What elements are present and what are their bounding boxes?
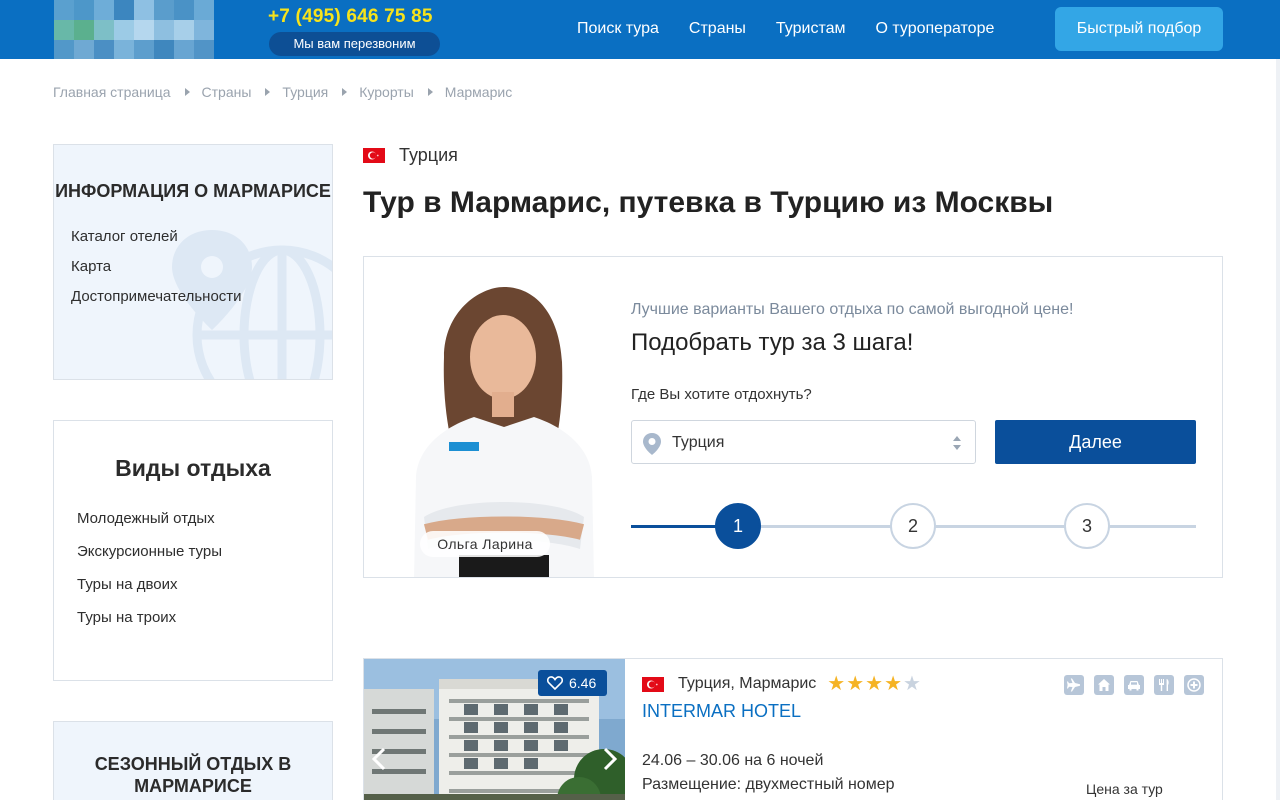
breadcrumb-marmaris[interactable]: Мармарис (445, 84, 512, 100)
sidebar-types-links: Молодежный отдых Экскурсионные туры Туры… (77, 510, 332, 642)
next-button[interactable]: Далее (995, 420, 1196, 464)
breadcrumb-countries[interactable]: Страны (202, 84, 252, 100)
page-title: Тур в Мармарис, путевка в Турцию из Моск… (363, 186, 1054, 219)
nav-about[interactable]: О туроператоре (876, 20, 995, 38)
sidebar-info-title: ИНФОРМАЦИЯ О МАРМАРИСЕ (55, 181, 331, 201)
step-2[interactable]: 2 (890, 503, 936, 549)
sidebar-item-sights[interactable]: Достопримечательности (71, 288, 332, 318)
progress-line-done (631, 525, 717, 528)
nav-countries[interactable]: Страны (689, 20, 746, 38)
select-arrows-icon (953, 436, 961, 450)
destination-question: Где Вы хотите отдохнуть? (631, 386, 812, 403)
sidebar-season-card: СЕЗОННЫЙ ОТДЫХ В МАРМАРИСЕ (53, 721, 333, 800)
destination-select[interactable]: Турция (631, 420, 976, 464)
sidebar-item-for-two[interactable]: Туры на двоих (77, 576, 332, 609)
sidebar-types-title: Виды отдыха (115, 455, 271, 481)
price-label: Цена за тур (1086, 781, 1163, 797)
breadcrumb-turkey[interactable]: Турция (282, 84, 328, 100)
country-label: Турция (363, 145, 458, 166)
star-filled-icon: ★ (846, 673, 865, 695)
breadcrumb: Главная страница Страны Турция Курорты М… (53, 84, 512, 100)
turkey-flag-icon (642, 676, 664, 692)
callback-button[interactable]: Мы вам перезвоним (269, 32, 440, 56)
hotel-rating-badge[interactable]: 6.46 (538, 670, 607, 696)
star-filled-icon: ★ (827, 673, 846, 695)
site-logo[interactable] (54, 0, 214, 59)
site-header: +7 (495) 646 75 85 Мы вам перезвоним Пои… (0, 0, 1280, 59)
breadcrumb-home[interactable]: Главная страница (53, 84, 171, 100)
turkey-flag-icon (363, 148, 385, 163)
sidebar-types-card: Виды отдыха Молодежный отдых Экскурсионн… (53, 420, 333, 681)
hotel-stars: ★ ★ ★ ★ ★ (827, 673, 921, 695)
breadcrumb-resorts[interactable]: Курорты (359, 84, 414, 100)
chevron-right-icon[interactable] (603, 747, 617, 771)
sidebar-item-excursions[interactable]: Экскурсионные туры (77, 543, 332, 576)
chevron-left-icon[interactable] (372, 747, 386, 771)
sidebar-season-title: СЕЗОННЫЙ ОТДЫХ В МАРМАРИСЕ (94, 754, 292, 796)
step-3[interactable]: 3 (1064, 503, 1110, 549)
plane-icon (1064, 675, 1084, 695)
sidebar-info-links: Каталог отелей Карта Достопримечательнос… (71, 228, 332, 318)
sidebar-item-map[interactable]: Карта (71, 258, 332, 288)
sidebar-info-card: ИНФОРМАЦИЯ О МАРМАРИСЕ Каталог отелей Ка… (53, 144, 333, 380)
hotel-room: Размещение: двухместный номер (642, 776, 895, 793)
nav-tour-search[interactable]: Поиск тура (577, 20, 659, 38)
country-name: Турция (399, 145, 458, 165)
sidebar-item-hotel-catalog[interactable]: Каталог отелей (71, 228, 332, 258)
car-icon (1124, 675, 1144, 695)
star-empty-icon: ★ (903, 673, 921, 695)
step-progress: 1 2 3 (631, 503, 1196, 551)
agent-name: Ольга Ларина (420, 531, 550, 557)
house-icon (1094, 675, 1114, 695)
hotel-rating-value: 6.46 (569, 675, 597, 691)
page-scrollbar[interactable] (1276, 59, 1280, 800)
breadcrumb-separator-icon (427, 88, 433, 96)
hotel-dates: 24.06 – 30.06 на 6 ночей (642, 752, 824, 769)
heart-icon (547, 676, 563, 690)
breadcrumb-separator-icon (184, 88, 190, 96)
hotel-amenities (1064, 675, 1204, 695)
hotel-card: 6.46 Турция, Мармарис ★ ★ ★ ★ ★ INTERMAR HOT… (363, 658, 1223, 800)
nav-tourists[interactable]: Туристам (776, 20, 846, 38)
main-nav: Поиск тура Страны Туристам О туроператор… (577, 20, 994, 38)
star-filled-icon: ★ (884, 673, 903, 695)
hotel-name-link[interactable]: INTERMAR HOTEL (642, 701, 801, 722)
phone-number[interactable]: +7 (495) 646 75 85 (268, 6, 433, 28)
sidebar-item-youth[interactable]: Молодежный отдых (77, 510, 332, 543)
picker-subtitle: Лучшие варианты Вашего отдыха по самой в… (631, 301, 1074, 318)
medical-icon (1184, 675, 1204, 695)
quick-search-button[interactable]: Быстрый подбор (1055, 7, 1223, 51)
picker-title: Подобрать тур за 3 шага! (631, 329, 914, 356)
destination-value: Турция (672, 434, 725, 451)
breadcrumb-separator-icon (342, 88, 348, 96)
restaurant-icon (1154, 675, 1174, 695)
location-pin-icon (643, 433, 661, 455)
breadcrumb-separator-icon (265, 88, 271, 96)
step-1[interactable]: 1 (715, 503, 761, 549)
progress-line-pending (761, 525, 1196, 528)
star-filled-icon: ★ (865, 673, 884, 695)
tour-picker: Ольга Ларина Лучшие варианты Вашего отды… (363, 256, 1223, 578)
hotel-photo[interactable]: 6.46 (364, 659, 625, 800)
sidebar-item-for-three[interactable]: Туры на троих (77, 609, 332, 642)
hotel-location: Турция, Мармарис ★ ★ ★ ★ ★ (642, 673, 921, 695)
hotel-location-text: Турция, Мармарис (678, 675, 817, 692)
